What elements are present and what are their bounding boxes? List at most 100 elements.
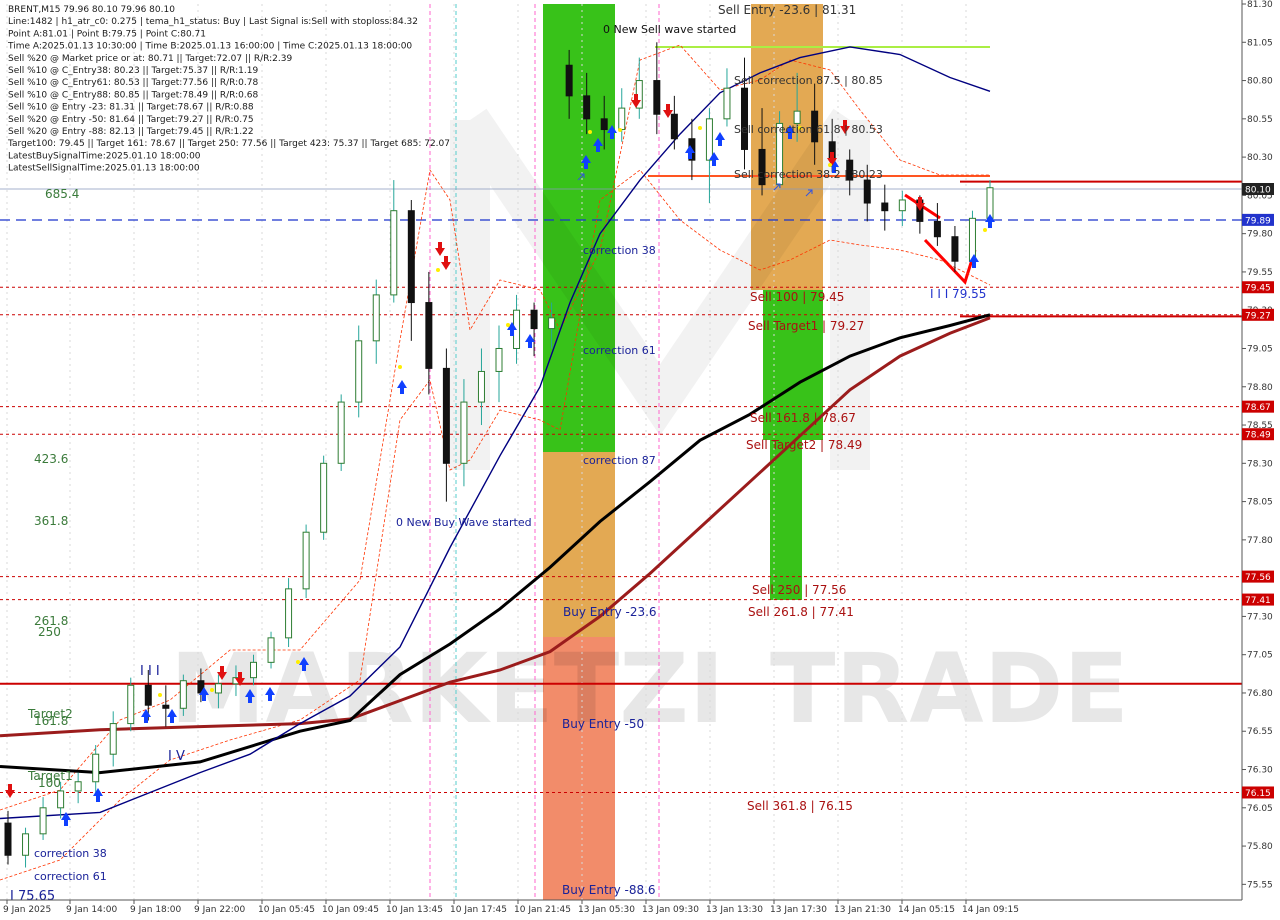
signal-dot bbox=[436, 268, 440, 272]
y-tick-label: 77.80 bbox=[1247, 536, 1273, 546]
candle-body bbox=[723, 87, 731, 120]
candle-body bbox=[460, 401, 468, 464]
price-tag-label: 76.15 bbox=[1245, 789, 1271, 799]
x-tick-label: 13 Jan 05:30 bbox=[578, 905, 635, 915]
candle-body bbox=[670, 113, 678, 140]
x-tick-label: 10 Jan 17:45 bbox=[450, 905, 507, 915]
y-tick-label: 79.55 bbox=[1247, 268, 1273, 278]
x-tick-label: 10 Jan 21:45 bbox=[514, 905, 571, 915]
info-line: BRENT,M15 79.96 80.10 79.96 80.10 bbox=[8, 5, 175, 15]
current-price-label: 80.10 bbox=[1245, 186, 1271, 196]
price-tag-label: 79.45 bbox=[1245, 284, 1271, 294]
candle-body bbox=[793, 110, 801, 124]
time-axis: 9 Jan 2025 9 Jan 14:00 9 Jan 18:00 9 Jan 22… bbox=[0, 899, 1242, 915]
candle-body bbox=[705, 118, 713, 161]
candle-body bbox=[898, 199, 906, 212]
candle-body bbox=[951, 236, 959, 262]
zone-label: Sell 261.8 | 77.41 bbox=[748, 605, 854, 619]
zone-label: Sell 100 | 79.45 bbox=[750, 290, 844, 304]
candle-body bbox=[214, 683, 222, 694]
info-line: Sell %20 @ Entry -88: 82.13 || Target:79… bbox=[8, 127, 254, 137]
price-tag-label: 77.56 bbox=[1245, 573, 1271, 583]
zone-label: correction 38 bbox=[583, 244, 656, 257]
candle-body bbox=[144, 684, 152, 706]
y-tick-label: 79.05 bbox=[1247, 344, 1273, 354]
signal-dot bbox=[588, 130, 592, 134]
y-tick-label: 76.55 bbox=[1247, 727, 1273, 737]
zone-label: Sell correction 87.5 | 80.85 bbox=[734, 74, 883, 87]
candle-body bbox=[372, 294, 380, 342]
signal-dot bbox=[506, 323, 510, 327]
x-tick-label: 9 Jan 14:00 bbox=[66, 905, 118, 915]
candle-body bbox=[250, 661, 257, 679]
candle-body bbox=[741, 87, 748, 150]
signal-dot bbox=[618, 128, 622, 132]
zone-label: I I I 79.55 bbox=[930, 287, 986, 301]
candle-body bbox=[425, 302, 433, 369]
left-label: correction 61 bbox=[34, 870, 107, 883]
x-tick-label: 10 Jan 13:45 bbox=[386, 905, 443, 915]
x-tick-label: 13 Jan 09:30 bbox=[642, 905, 699, 915]
candle-body bbox=[565, 64, 573, 97]
y-tick-label: 78.30 bbox=[1247, 459, 1273, 469]
candle-body bbox=[127, 684, 135, 725]
y-tick-label: 78.05 bbox=[1247, 498, 1273, 508]
x-tick-label: 13 Jan 13:30 bbox=[706, 905, 763, 915]
candle-body bbox=[495, 347, 503, 372]
left-label: 161.8 bbox=[34, 714, 68, 728]
zone-label: 0 New Buy Wave started bbox=[396, 516, 532, 529]
watermark-light: TRADE bbox=[770, 633, 1129, 745]
info-line: Point A:81.01 | Point B:79.75 | Point C:… bbox=[8, 29, 206, 39]
info-line: Sell %20 @ Entry -50: 81.64 || Target:79… bbox=[8, 115, 254, 125]
y-tick-label: 80.55 bbox=[1247, 115, 1273, 125]
x-tick-label: 13 Jan 17:30 bbox=[770, 905, 827, 915]
info-line: Sell %10 @ Entry -23: 81.31 || Target:78… bbox=[8, 103, 254, 113]
zone-label: Buy Entry -50 bbox=[562, 717, 644, 731]
price-tag-label: 79.27 bbox=[1245, 311, 1271, 321]
candle-body bbox=[267, 637, 275, 663]
candle-body bbox=[355, 340, 363, 403]
y-tick-label: 80.30 bbox=[1247, 153, 1273, 163]
candle-body bbox=[530, 309, 538, 330]
candle-body bbox=[74, 781, 82, 792]
zone-label: Sell 361.8 | 76.15 bbox=[747, 799, 853, 813]
y-tick-label: 78.80 bbox=[1247, 383, 1273, 393]
info-line: Line:1482 | h1_atr_c0: 0.275 | tema_h1_s… bbox=[8, 17, 418, 27]
y-tick-label: 77.30 bbox=[1247, 612, 1273, 622]
zone-label: Buy Entry -88.6 bbox=[562, 883, 656, 897]
candle-body bbox=[302, 531, 310, 590]
y-tick-label: 76.30 bbox=[1247, 766, 1273, 776]
y-tick-label: 81.30 bbox=[1247, 0, 1273, 10]
candle-body bbox=[162, 704, 170, 709]
zone-label: 0 New Sell wave started bbox=[603, 23, 736, 36]
left-label: 685.4 bbox=[45, 187, 79, 201]
left-label: I I I bbox=[140, 664, 160, 679]
x-tick-label: 14 Jan 05:15 bbox=[898, 905, 955, 915]
candle-body bbox=[285, 588, 293, 639]
price-tag-label: 78.49 bbox=[1245, 431, 1271, 441]
price-chart[interactable]: MARKETZI TRADE 0 New Sell wave startedSel… bbox=[0, 0, 1280, 920]
x-tick-label: 9 Jan 22:00 bbox=[194, 905, 246, 915]
info-line: Sell %20 @ Market price or at: 80.71 || … bbox=[8, 54, 292, 64]
y-tick-label: 75.55 bbox=[1247, 880, 1273, 890]
candle-body bbox=[337, 401, 345, 464]
left-label: 361.8 bbox=[34, 514, 68, 528]
zone-label: Sell Entry -23.6 | 81.31 bbox=[718, 3, 856, 17]
candle-body bbox=[933, 220, 941, 238]
candle-body bbox=[968, 217, 976, 262]
candle-body bbox=[39, 807, 47, 835]
info-line: Time A:2025.01.13 10:30:00 | Time B:2025… bbox=[7, 42, 412, 52]
x-tick-label: 10 Jan 09:45 bbox=[322, 905, 379, 915]
info-line: Target100: 79.45 || Target 161: 78.67 ||… bbox=[7, 139, 450, 149]
info-line: Sell %10 @ C_Entry61: 80.53 || Target:77… bbox=[8, 78, 258, 88]
signal-dot bbox=[983, 228, 987, 232]
signal-dot bbox=[158, 693, 162, 697]
candle-body bbox=[442, 367, 450, 464]
left-label: 423.6 bbox=[34, 452, 68, 466]
signal-dot bbox=[398, 365, 402, 369]
zone-label: Sell correction 61.8 | 80.53 bbox=[734, 123, 883, 136]
candle-body bbox=[390, 210, 398, 296]
candle-body bbox=[179, 680, 187, 709]
y-tick-label: 76.05 bbox=[1247, 804, 1273, 814]
x-tick-label: 13 Jan 21:30 bbox=[834, 905, 891, 915]
